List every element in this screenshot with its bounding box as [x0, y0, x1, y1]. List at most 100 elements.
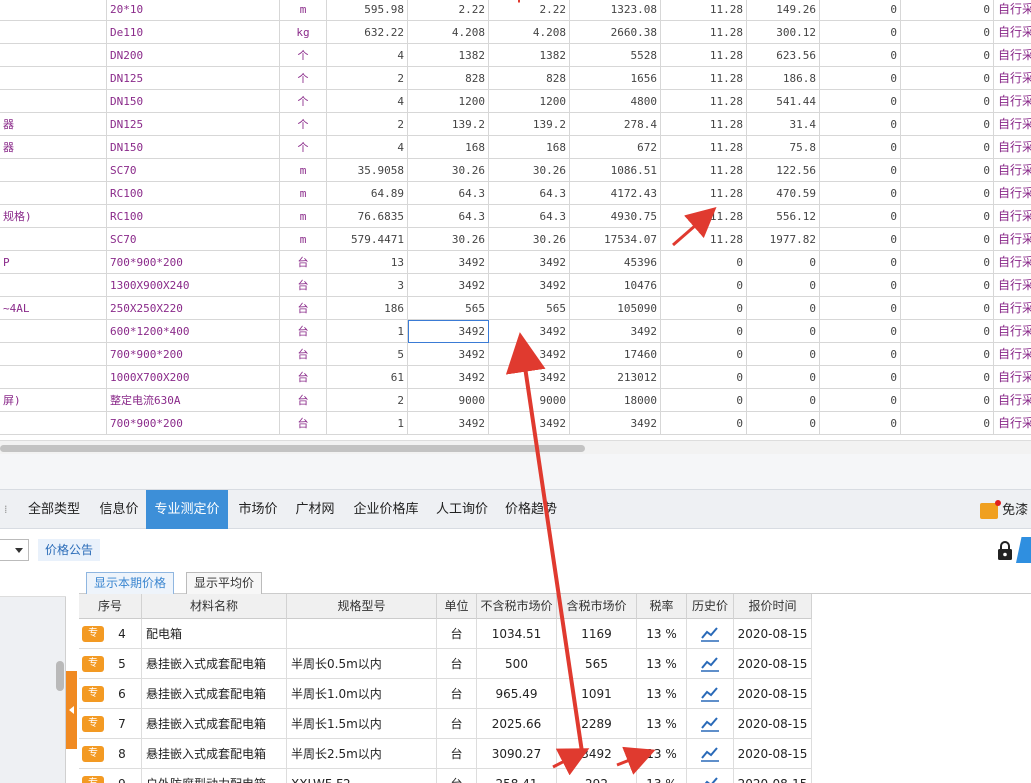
cell-z1[interactable]: 0 [820, 343, 901, 366]
cell-spec[interactable]: 半周长0.5m以内 [287, 649, 437, 679]
scroll-thumb[interactable] [0, 445, 585, 452]
table-row[interactable]: 1000X700X200 台 61 3492 3492 213012 0 0 0 0 自行采 [0, 366, 1031, 389]
tab-7[interactable]: 价格趋势 [498, 490, 564, 529]
cell-tax[interactable]: 470.59 [747, 182, 820, 205]
cell-z1[interactable]: 0 [820, 366, 901, 389]
cell-spec[interactable]: 700*900*200 [107, 343, 280, 366]
cell-z1[interactable]: 0 [820, 0, 901, 21]
cell-src[interactable]: 自行采 [994, 366, 1031, 389]
cell-qty[interactable]: 76.6835 [327, 205, 408, 228]
cell-z2[interactable]: 0 [901, 366, 994, 389]
column-header[interactable]: 规格型号 [287, 594, 437, 619]
table-row[interactable]: 器 DN125 个 2 139.2 139.2 278.4 11.28 31.4 0 0 自行采 [0, 113, 1031, 136]
cell-rate[interactable]: 11.28 [661, 90, 747, 113]
cell-unit[interactable]: 台 [280, 412, 327, 435]
cell-tax[interactable]: 0 [747, 412, 820, 435]
cell-z1[interactable]: 0 [820, 113, 901, 136]
cell-qty[interactable]: 632.22 [327, 21, 408, 44]
column-header[interactable]: 历史价 [687, 594, 734, 619]
cell-name[interactable] [0, 343, 107, 366]
cell-src[interactable]: 自行采 [994, 159, 1031, 182]
cell-tax[interactable]: 13 % [637, 739, 687, 769]
cell-name[interactable] [0, 67, 107, 90]
cell-z2[interactable]: 0 [901, 412, 994, 435]
cell-unit[interactable]: 台 [280, 366, 327, 389]
cell-inc[interactable]: 2289 [557, 709, 637, 739]
cell-spec[interactable]: 250X250X220 [107, 297, 280, 320]
cell-amt[interactable]: 10476 [570, 274, 661, 297]
cell-z2[interactable]: 0 [901, 159, 994, 182]
cell-unit[interactable]: 台 [437, 709, 477, 739]
cell-p2[interactable]: 3492 [489, 320, 570, 343]
cell-qty[interactable]: 595.98 [327, 0, 408, 21]
cell-p2[interactable]: 565 [489, 297, 570, 320]
cell-z2[interactable]: 0 [901, 182, 994, 205]
cell-src[interactable]: 自行采 [994, 113, 1031, 136]
cell-amt[interactable]: 18000 [570, 389, 661, 412]
cell-inc[interactable]: 565 [557, 649, 637, 679]
cell-z1[interactable]: 0 [820, 159, 901, 182]
table-row[interactable]: 专 6 悬挂嵌入式成套配电箱 半周长1.0m以内台 965.49 1091 13 % 2020… [79, 679, 812, 709]
cell-src[interactable]: 自行采 [994, 343, 1031, 366]
cell-p2[interactable]: 139.2 [489, 113, 570, 136]
cell-rate[interactable]: 11.28 [661, 0, 747, 21]
cell-p1[interactable]: 64.3 [408, 182, 489, 205]
cell-rate[interactable]: 11.28 [661, 228, 747, 251]
tab-1[interactable]: 信息价 [91, 490, 147, 529]
cell-tax[interactable]: 0 [747, 366, 820, 389]
cell-rate[interactable]: 11.28 [661, 205, 747, 228]
cell-name[interactable]: 配电箱 [142, 619, 287, 649]
cell-p1[interactable]: 3492 [408, 366, 489, 389]
cell-p1[interactable]: 30.26 [408, 228, 489, 251]
cell-src[interactable]: 自行采 [994, 44, 1031, 67]
cell-tax[interactable]: 0 [747, 343, 820, 366]
cell-ex[interactable]: 258.41 [477, 769, 557, 783]
cell-p2[interactable]: 30.26 [489, 159, 570, 182]
cell-z2[interactable]: 0 [901, 343, 994, 366]
cell-spec[interactable]: 700*900*200 [107, 412, 280, 435]
cell-no[interactable]: 8 [79, 739, 142, 769]
cell-spec[interactable]: DN150 [107, 136, 280, 159]
cell-name[interactable]: 规格) [0, 205, 107, 228]
cell-rate[interactable]: 11.28 [661, 21, 747, 44]
history-trend-icon[interactable] [687, 769, 734, 783]
tab-current-price[interactable]: 显示本期价格 [86, 572, 175, 594]
cell-p2[interactable]: 3492 [489, 274, 570, 297]
cell-tax[interactable]: 13 % [637, 679, 687, 709]
table-row[interactable]: DN125 个 2 828 828 1656 11.28 186.8 0 0 自行采 [0, 67, 1031, 90]
cell-src[interactable]: 自行采 [994, 228, 1031, 251]
cell-ex[interactable]: 965.49 [477, 679, 557, 709]
cell-z1[interactable]: 0 [820, 412, 901, 435]
cell-no[interactable]: 6 [79, 679, 142, 709]
cell-spec[interactable]: 整定电流630A [107, 389, 280, 412]
cell-z2[interactable]: 0 [901, 113, 994, 136]
cell-qty[interactable]: 2 [327, 389, 408, 412]
table-row[interactable]: ~4AL 250X250X220 台 186 565 565 105090 0 0 0 0 自行采 [0, 297, 1031, 320]
cell-z2[interactable]: 0 [901, 251, 994, 274]
cell-amt[interactable]: 278.4 [570, 113, 661, 136]
cell-p2[interactable]: 1200 [489, 90, 570, 113]
cell-amt[interactable]: 3492 [570, 320, 661, 343]
cell-p2[interactable]: 828 [489, 67, 570, 90]
cell-z1[interactable]: 0 [820, 274, 901, 297]
cell-unit[interactable]: 台 [437, 679, 477, 709]
cell-amt[interactable]: 17534.07 [570, 228, 661, 251]
cell-amt[interactable]: 4172.43 [570, 182, 661, 205]
history-trend-icon[interactable] [687, 709, 734, 739]
cell-unit[interactable]: 台 [280, 320, 327, 343]
cell-tax[interactable]: 541.44 [747, 90, 820, 113]
price-notice-button[interactable]: 价格公告 [38, 539, 101, 561]
collapse-panel-handle[interactable] [66, 671, 77, 749]
cell-unit[interactable]: m [280, 205, 327, 228]
drag-handle-icon[interactable]: ⁞ [4, 503, 8, 516]
cell-p2[interactable]: 2.22 [489, 0, 570, 21]
cell-no[interactable]: 7 [79, 709, 142, 739]
cell-amt[interactable]: 3492 [570, 412, 661, 435]
cell-tax[interactable]: 300.12 [747, 21, 820, 44]
cell-amt[interactable]: 4800 [570, 90, 661, 113]
cell-spec[interactable]: 半周长1.0m以内 [287, 679, 437, 709]
cell-p1[interactable]: 30.26 [408, 159, 489, 182]
cell-name[interactable]: 悬挂嵌入式成套配电箱 [142, 709, 287, 739]
column-header[interactable]: 材料名称 [142, 594, 287, 619]
cell-tax[interactable]: 186.8 [747, 67, 820, 90]
